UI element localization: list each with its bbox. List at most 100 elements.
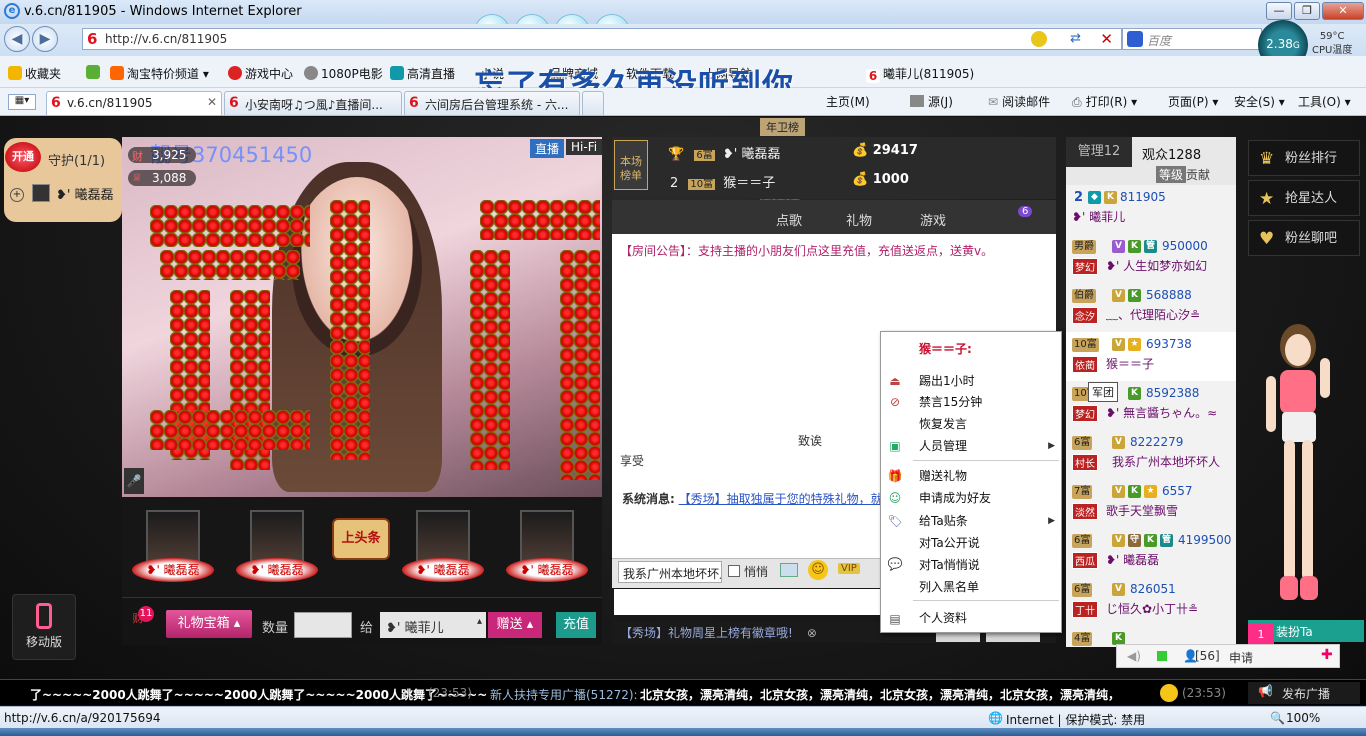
address-bar[interactable]: 6 http://v.6.cn/811905 ⇄ ✕ — [82, 28, 1122, 50]
rank-row[interactable]: 2 10富 猴＝＝子 — [670, 172, 775, 191]
fan-card[interactable]: ❥' 曦磊磊 — [232, 508, 322, 586]
menu-blacklist[interactable]: 列入黑名单 — [919, 578, 979, 595]
tab-gift[interactable]: 礼物 — [846, 210, 872, 229]
menu-unmute[interactable]: 恢复发言 — [919, 415, 967, 432]
close-icon[interactable]: ⊗ — [807, 626, 817, 640]
recipient-select[interactable]: ❥' 曦菲儿 ▴ — [380, 612, 486, 638]
chat-input[interactable] — [614, 589, 886, 615]
menu-whisper[interactable]: 对Ta悄悄说 — [919, 556, 980, 573]
volume-icon[interactable]: ◀) — [1127, 649, 1141, 663]
system-link[interactable]: 【秀场】抽取独属于您的特殊礼物，就 — [679, 492, 883, 506]
tab-viewers[interactable]: 观众1288 — [1142, 144, 1201, 163]
close-window-button[interactable]: ✕ — [1322, 2, 1364, 20]
home-command[interactable]: 主页(M) — [826, 93, 870, 110]
mobile-version-button[interactable]: 移动版 — [12, 594, 76, 660]
guard-user[interactable]: ❥' 曦磊磊 — [56, 184, 114, 203]
fans-ranking-button[interactable]: ♛ 粉丝排行 — [1248, 140, 1360, 176]
rank-row[interactable]: 🏆 6富 ❥' 曦磊磊 — [668, 143, 780, 162]
tab-current[interactable]: 6 v.6.cn/811905 ✕ — [46, 91, 222, 115]
tab-song[interactable]: 点歌 — [776, 210, 802, 229]
fav-item[interactable] — [86, 65, 103, 80]
mail-command[interactable]: ✉ 阅读邮件 — [988, 93, 1050, 110]
list-item[interactable]: 男爵 V K 管 950000 梦幻 ❥' 人生如梦亦如幻 — [1066, 234, 1236, 283]
menu-profile[interactable]: 个人资料 — [919, 609, 967, 626]
menu-mute[interactable]: 禁言15分钟 — [919, 393, 982, 410]
list-item[interactable]: 6富 V 守 K 管 4199500 西瓜 ❥' 曦磊磊 — [1066, 528, 1236, 577]
live-button[interactable]: 直播 — [530, 139, 565, 158]
hifi-button[interactable]: Hi-Fi — [566, 139, 603, 155]
send-gift-button[interactable]: 赠送 ▴ — [488, 612, 542, 638]
whisper-checkbox[interactable] — [728, 565, 740, 577]
recharge-button[interactable]: 充值 — [556, 612, 596, 638]
compat-view-icon[interactable] — [1031, 31, 1047, 47]
audience-list[interactable]: 2 ◆ K 811905 ❥' 曦菲儿 男爵 V K 管 950000 梦幻 ❥' 人生如梦亦如幻 … — [1066, 185, 1236, 647]
menu-send-gift[interactable]: 赠送礼物 — [919, 467, 967, 484]
publish-broadcast-button[interactable]: 📢 发布广播 — [1248, 682, 1360, 704]
sort-by-contribution[interactable]: 贡献 — [1186, 166, 1210, 183]
quick-tabs-icon[interactable]: ▦▾ — [8, 94, 36, 110]
emoji-icon[interactable]: ☺ — [808, 560, 828, 580]
menu-add-friend[interactable]: 申请成为好友 — [919, 489, 991, 506]
microphone-icon[interactable]: 🎤 — [124, 468, 144, 494]
add-icon[interactable]: + — [10, 188, 24, 202]
avatar-character[interactable] — [1258, 318, 1342, 614]
list-item[interactable]: 伯爵 V K 568888 念汐 ﹏、代理陌心汐≗ — [1066, 283, 1236, 332]
list-item[interactable]: 2 ◆ K 811905 ❥' 曦菲儿 — [1066, 185, 1236, 234]
headline-button[interactable]: 上头条 — [332, 518, 390, 560]
new-tab-button[interactable] — [582, 91, 604, 115]
stop-icon[interactable]: ✕ — [1100, 30, 1113, 48]
quantity-input[interactable] — [294, 612, 352, 638]
apply-label[interactable]: 申请 — [1229, 649, 1253, 666]
feeds-command[interactable]: 源(J) — [910, 93, 953, 110]
close-tab-icon[interactable]: ✕ — [207, 95, 217, 109]
fans-chat-button[interactable]: ♥ 粉丝聊吧 — [1248, 220, 1360, 256]
back-button[interactable]: ◀ — [4, 26, 30, 52]
fav-item[interactable]: 高清直播 — [390, 65, 455, 82]
avatar[interactable] — [32, 184, 50, 202]
page-command[interactable]: 页面(P) ▾ — [1168, 93, 1218, 110]
favorites-button[interactable]: 收藏夹 — [8, 65, 61, 82]
list-item[interactable]: 6富 V 826051 丁卄 じ恒久✿小丁卄≗ — [1066, 577, 1236, 626]
fan-card[interactable]: ❥' 曦磊磊 — [398, 508, 488, 586]
gift-box-button[interactable]: 礼物宝箱 ▴ — [166, 610, 252, 638]
menu-divider — [913, 600, 1059, 601]
whisper-label: 悄悄 — [744, 565, 769, 579]
tab-3[interactable]: 6 六间房后台管理系统 - 六... — [404, 91, 580, 115]
menu-kick[interactable]: 踢出1小时 — [919, 372, 975, 389]
zoom-level[interactable]: 100% — [1286, 711, 1320, 725]
list-item[interactable]: 10富 V ★ 693738 依蔺 猴＝＝子 — [1066, 332, 1236, 381]
star-hunter-button[interactable]: ★ 抢星达人 — [1248, 180, 1360, 216]
fav-item[interactable]: 6 曦菲儿(811905) — [866, 65, 974, 83]
status-zone[interactable]: Internet | 保护模式: 禁用 — [1006, 711, 1145, 728]
maximize-button[interactable]: ❐ — [1294, 2, 1320, 20]
fav-item[interactable]: 1080P电影 — [304, 65, 383, 82]
fav-item[interactable]: 游戏中心 — [228, 65, 293, 82]
video-player[interactable] — [122, 137, 602, 497]
fan-card[interactable]: ❥' 曦磊磊 — [128, 508, 218, 586]
fan-card[interactable]: ❥' 曦磊磊 — [502, 508, 592, 586]
cpu-temp: 59°C — [1319, 31, 1345, 42]
minimize-button[interactable]: — — [1266, 2, 1292, 20]
sort-by-level[interactable]: 等级 — [1156, 166, 1187, 183]
refresh-icon[interactable]: ⇄ — [1070, 31, 1081, 46]
list-item[interactable]: 6富 V 8222279 村长 我系广州本地坏坏人 — [1066, 430, 1236, 479]
plus-icon[interactable]: ✚ — [1321, 647, 1333, 663]
search-box[interactable]: 百度 — [1122, 28, 1262, 50]
tab-managers[interactable]: 管理12 — [1066, 137, 1132, 167]
tab-game[interactable]: 游戏 — [920, 210, 946, 229]
tools-command[interactable]: 工具(O) ▾ — [1298, 93, 1351, 110]
open-guard-button[interactable]: 开通 — [5, 142, 41, 172]
print-command[interactable]: ⎙ 打印(R) ▾ — [1072, 93, 1137, 110]
forward-button[interactable]: ▶ — [32, 26, 58, 52]
menu-manage[interactable]: 人员管理 — [919, 437, 967, 454]
list-item[interactable]: 7富 V K ★ 6557 淡然 歌手天堂飘雪 — [1066, 479, 1236, 528]
vip-badge[interactable]: VIP — [838, 563, 860, 574]
chat-recipient-select[interactable]: 我系广州本地坏坏人 — [618, 561, 722, 583]
menu-public-chat[interactable]: 对Ta公开说 — [919, 534, 980, 551]
safety-command[interactable]: 安全(S) ▾ — [1234, 93, 1285, 110]
menu-tag[interactable]: 给Ta贴条 — [919, 512, 968, 529]
ranking-board-label[interactable]: 本场榜单 — [614, 140, 648, 190]
fav-item[interactable]: 淘宝特价频道 ▾ — [110, 65, 209, 82]
image-icon[interactable] — [780, 563, 798, 577]
tab-2[interactable]: 6 小安南呀♫つ風♪直播间... — [224, 91, 402, 115]
